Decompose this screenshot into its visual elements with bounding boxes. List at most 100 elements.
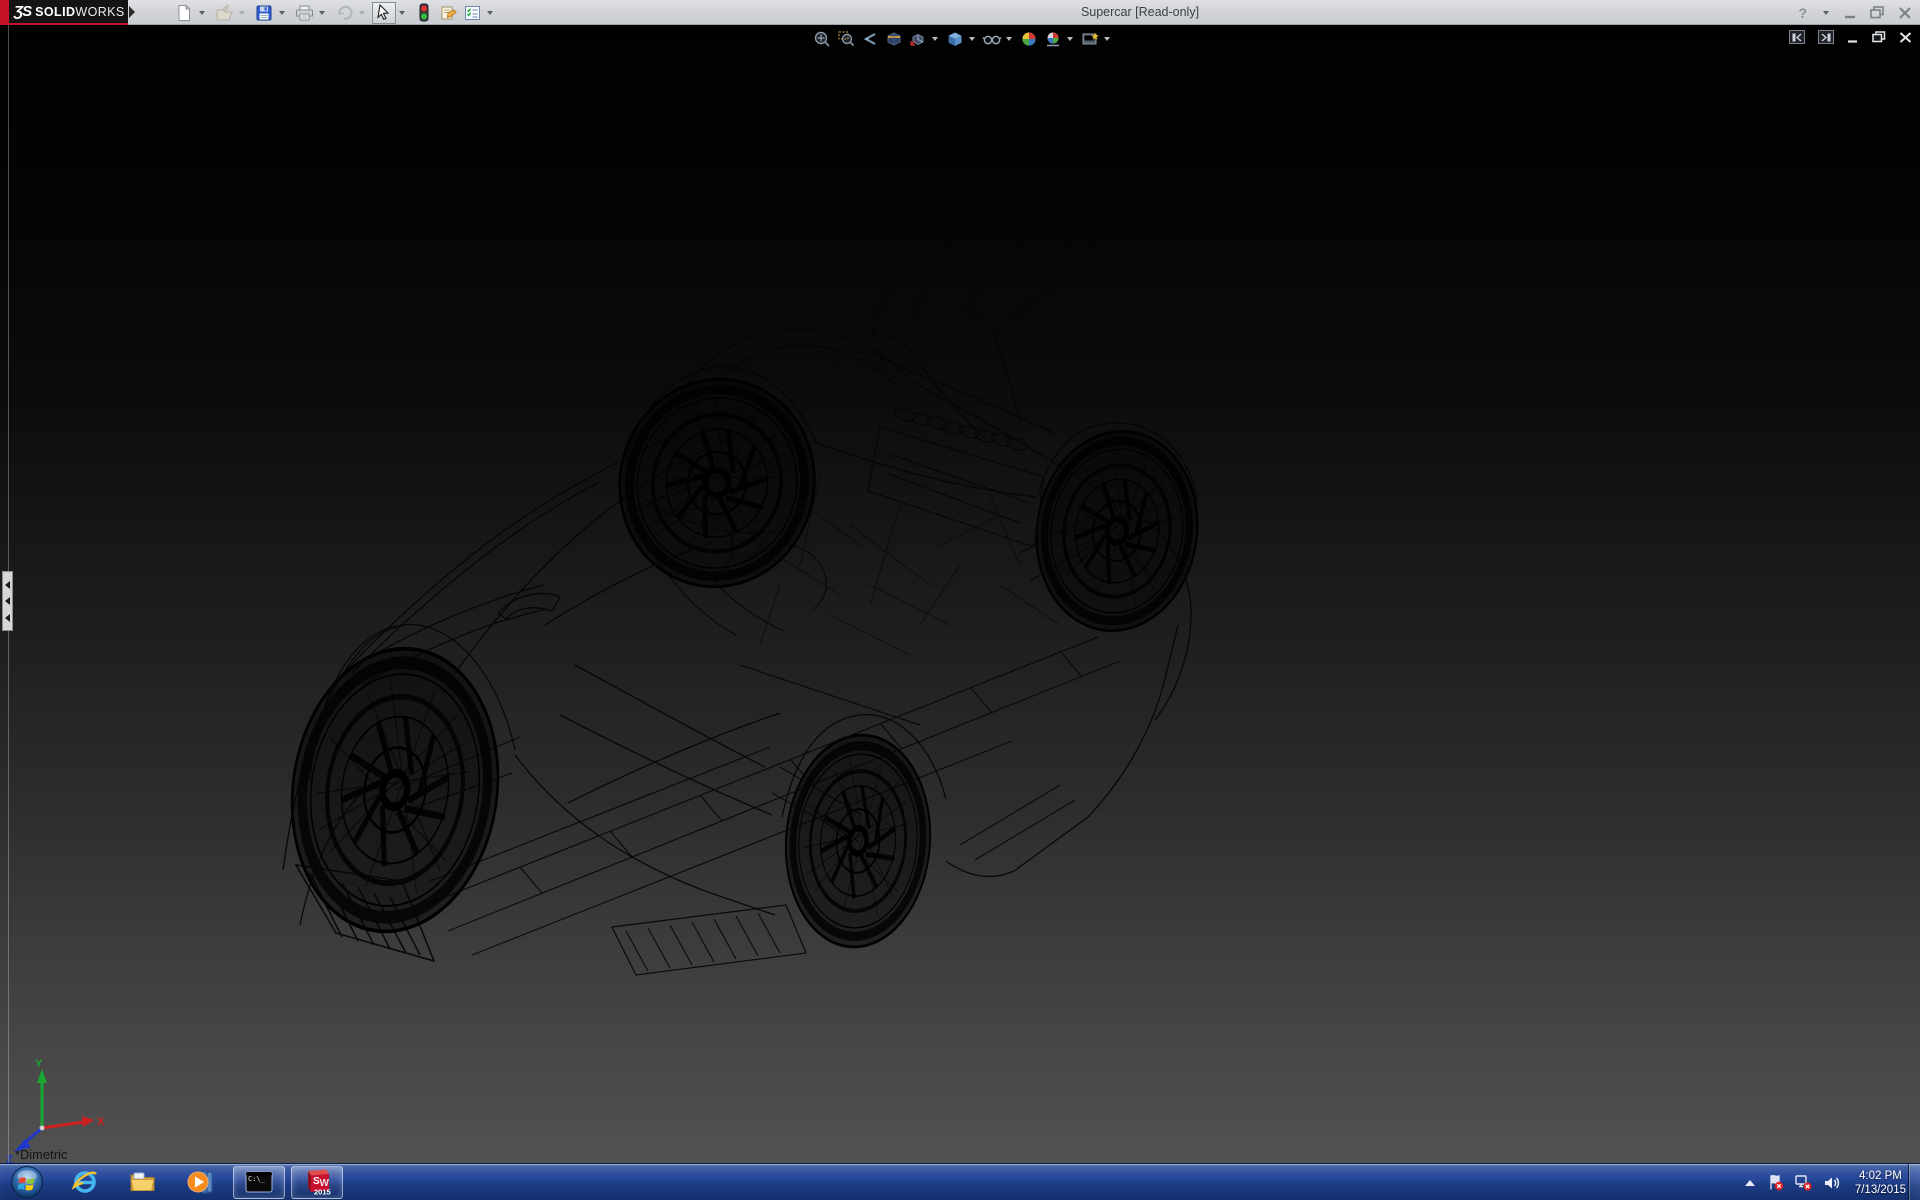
save-icon xyxy=(255,4,273,22)
open-dropdown[interactable] xyxy=(236,2,247,24)
solidworks-window: ƷS SOLIDWORKS xyxy=(0,0,1920,1200)
new-document-icon xyxy=(175,4,193,22)
help-dropdown[interactable] xyxy=(1820,2,1831,24)
solidworks-logo-text: SOLIDWORKS xyxy=(35,5,124,19)
taskbar-solidworks[interactable]: S W 2015 xyxy=(291,1166,343,1199)
taskbar-clock[interactable]: 4:02 PM 7/13/2015 xyxy=(1855,1169,1906,1197)
select-cursor-icon xyxy=(376,4,392,21)
taskbar-apps: C:\_ S W 2015 xyxy=(59,1164,343,1200)
display-style-dropdown[interactable] xyxy=(967,29,977,50)
document-minimize-button[interactable] xyxy=(1847,32,1859,43)
previous-view-icon xyxy=(861,30,879,48)
taskbar-internet-explorer[interactable] xyxy=(59,1166,111,1199)
print-icon xyxy=(295,4,314,22)
new-document-button[interactable] xyxy=(172,2,196,24)
graphics-viewport[interactable]: Y X Z xyxy=(0,25,1920,1163)
app-close-button[interactable] xyxy=(1898,7,1912,19)
solidworks-logo: ƷS SOLIDWORKS xyxy=(0,0,128,25)
display-style-icon xyxy=(946,30,964,48)
network-status-icon[interactable] xyxy=(1794,1174,1813,1191)
open-icon xyxy=(215,4,234,22)
view-orientation-icon xyxy=(909,30,927,48)
open-button[interactable] xyxy=(212,2,236,24)
start-button[interactable] xyxy=(8,1165,45,1199)
title-bar: ƷS SOLIDWORKS xyxy=(0,0,1920,25)
folder-icon xyxy=(128,1169,158,1195)
view-settings-icon xyxy=(1081,30,1100,48)
document-window-controls xyxy=(1789,30,1912,44)
select-tool-button[interactable] xyxy=(372,2,396,24)
triad-y-label: Y xyxy=(35,1058,43,1070)
show-desktop-button[interactable] xyxy=(1908,1164,1920,1200)
options-button[interactable] xyxy=(460,2,484,24)
options-icon xyxy=(463,4,482,22)
app-restore-button[interactable] xyxy=(1870,6,1885,19)
car-rear-wing xyxy=(872,219,1093,439)
new-document-dropdown[interactable] xyxy=(196,2,207,24)
section-view-icon xyxy=(885,30,903,48)
zoom-to-area-icon xyxy=(837,30,855,48)
wireframe-car-model[interactable]: Y X Z xyxy=(0,25,1920,1163)
view-orientation-button[interactable] xyxy=(906,29,930,50)
save-button[interactable] xyxy=(252,2,276,24)
previous-view-button[interactable] xyxy=(858,29,882,50)
solidworks-2015-icon: S W 2015 xyxy=(302,1167,332,1197)
menu-flyout-arrow-icon[interactable] xyxy=(129,6,135,18)
action-center-flag-icon[interactable] xyxy=(1767,1174,1784,1191)
zoom-to-area-button[interactable] xyxy=(834,29,858,50)
window-title: Supercar [Read-only] xyxy=(1010,0,1270,25)
edit-appearance-button[interactable] xyxy=(1017,29,1041,50)
print-button[interactable] xyxy=(292,2,316,24)
apply-scene-icon xyxy=(1044,30,1062,48)
solidworks-logo-mark: ƷS xyxy=(14,3,31,20)
titlebar-controls: ? xyxy=(1798,0,1912,25)
save-dropdown[interactable] xyxy=(276,2,287,24)
pane-arrow-left-icon xyxy=(1792,33,1802,42)
apply-scene-button[interactable] xyxy=(1041,29,1065,50)
view-settings-button[interactable] xyxy=(1078,29,1102,50)
view-orientation-dropdown[interactable] xyxy=(930,29,940,50)
view-orientation-label: *Dimetric xyxy=(15,1148,68,1162)
edit-appearance-icon xyxy=(1020,30,1038,48)
file-properties-button[interactable] xyxy=(436,2,460,24)
select-tool-dropdown[interactable] xyxy=(396,2,407,24)
undo-button[interactable] xyxy=(332,2,356,24)
print-dropdown[interactable] xyxy=(316,2,327,24)
windows-taskbar: C:\_ S W 2015 xyxy=(0,1163,1920,1200)
command-prompt-icon-text: C:\_ xyxy=(248,1175,265,1183)
volume-icon[interactable] xyxy=(1823,1175,1841,1191)
document-close-button[interactable] xyxy=(1899,32,1912,43)
pane-arrow-right-icon xyxy=(1821,33,1831,42)
file-properties-icon xyxy=(439,4,458,22)
hide-show-items-icon xyxy=(982,30,1002,48)
undo-dropdown[interactable] xyxy=(356,2,367,24)
zoom-to-fit-icon xyxy=(813,30,831,48)
hide-show-items-button[interactable] xyxy=(980,29,1004,50)
clock-date: 7/13/2015 xyxy=(1855,1183,1906,1197)
windows-start-icon xyxy=(10,1165,44,1199)
taskbar-command-prompt[interactable]: C:\_ xyxy=(233,1166,285,1199)
apply-scene-dropdown[interactable] xyxy=(1065,29,1075,50)
undo-icon xyxy=(335,4,354,22)
view-settings-dropdown[interactable] xyxy=(1102,29,1112,50)
internet-explorer-icon xyxy=(71,1168,99,1196)
command-prompt-icon: C:\_ xyxy=(245,1171,273,1193)
zoom-to-fit-button[interactable] xyxy=(810,29,834,50)
feature-manager-collapse-handle[interactable] xyxy=(2,571,13,631)
triad-x-label: X xyxy=(97,1116,105,1128)
media-player-icon xyxy=(186,1168,216,1196)
rebuild-button[interactable] xyxy=(412,2,436,24)
app-minimize-button[interactable] xyxy=(1844,7,1857,19)
document-restore-button[interactable] xyxy=(1872,31,1886,43)
system-tray: 4:02 PM 7/13/2015 xyxy=(1743,1164,1906,1200)
taskbar-windows-explorer[interactable] xyxy=(117,1166,169,1199)
taskbar-media-player[interactable] xyxy=(175,1166,227,1199)
display-style-button[interactable] xyxy=(943,29,967,50)
options-dropdown[interactable] xyxy=(484,2,495,24)
show-hidden-icons-button[interactable] xyxy=(1743,1178,1757,1188)
collapse-pane-left-button[interactable] xyxy=(1789,30,1805,44)
hide-show-items-dropdown[interactable] xyxy=(1004,29,1014,50)
help-button[interactable]: ? xyxy=(1798,5,1807,21)
section-view-button[interactable] xyxy=(882,29,906,50)
collapse-pane-right-button[interactable] xyxy=(1818,30,1834,44)
